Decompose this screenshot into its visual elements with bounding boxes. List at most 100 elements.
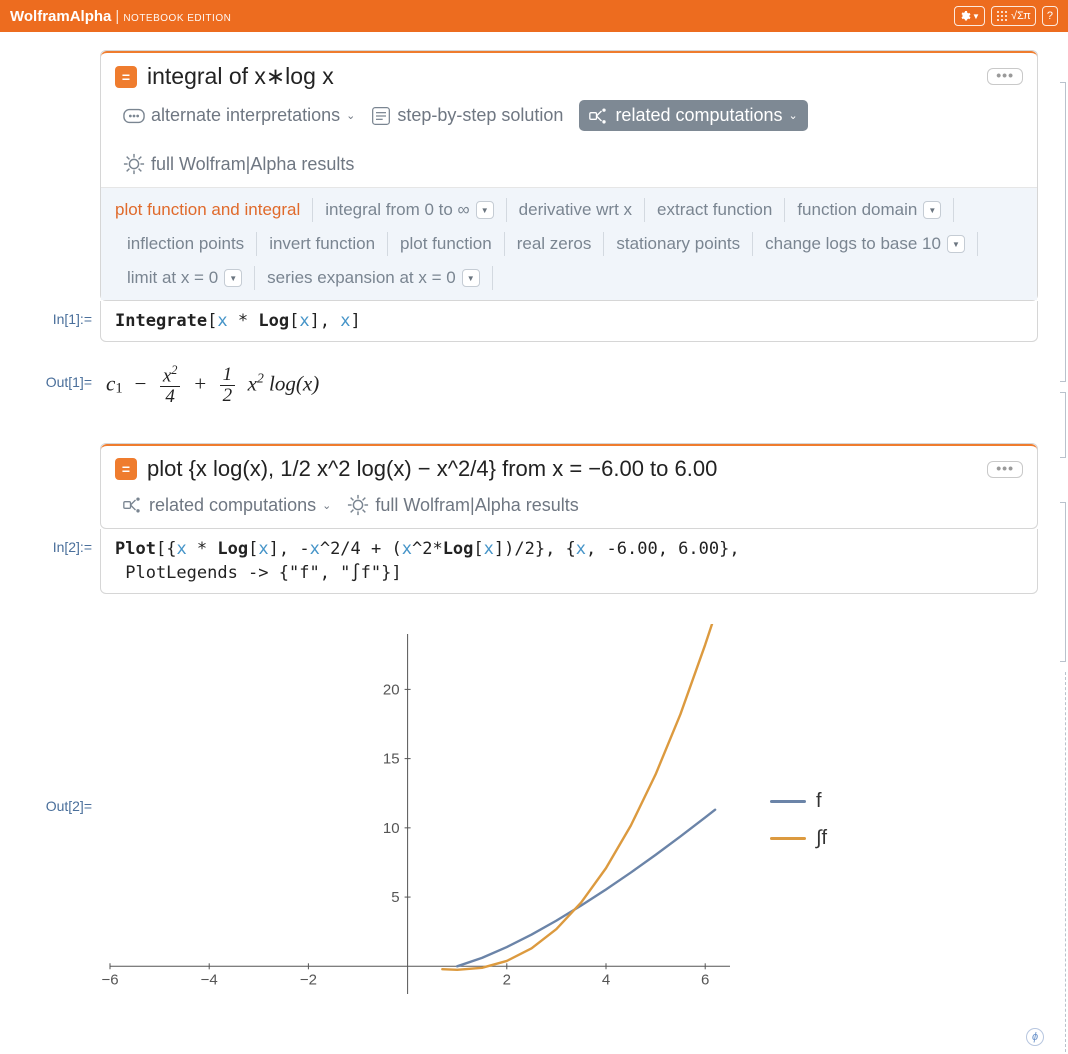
svg-text:4: 4 (602, 972, 610, 989)
plot-canvas: −6−4−22465101520 (100, 624, 740, 1016)
legend-f: f (770, 790, 827, 813)
suggestion-label: plot function (400, 234, 492, 254)
cell-bracket[interactable] (1060, 82, 1066, 382)
wa-query-input-2[interactable]: plot {x log(x), 1/2 x^2 log(x) − x^2/4} … (147, 456, 977, 482)
related-computations-button-2[interactable]: related computations ⌄ (123, 495, 331, 516)
code-input-2[interactable]: Plot[{x * Log[x], -x^2/4 + (x^2*Log[x])/… (100, 529, 1038, 594)
math-symbols-label: √Σπ (1011, 10, 1031, 22)
status-icon[interactable]: ϕ (1026, 1028, 1044, 1046)
chevron-down-icon: ▼ (972, 12, 980, 21)
full-results-button-2[interactable]: full Wolfram|Alpha results (347, 494, 578, 516)
legend-swatch-f (770, 800, 806, 803)
brand-sub: NOTEBOOK EDITION (123, 13, 231, 24)
related-label-2: related computations (149, 495, 316, 516)
suggestion-label: derivative wrt x (519, 200, 632, 220)
chevron-down-icon[interactable]: ▼ (947, 235, 965, 253)
suggestion-item[interactable]: integral from 0 to ∞ ▼ (313, 198, 506, 222)
related-label: related computations (615, 105, 782, 126)
in-label-1: In[1]:= (0, 301, 100, 327)
dots-bubble-icon (123, 108, 145, 124)
svg-text:5: 5 (391, 889, 399, 906)
legend-label-intf: ∫f (816, 827, 827, 850)
suggestion-item[interactable]: function domain ▼ (785, 198, 954, 222)
branch-icon (589, 107, 609, 125)
alternate-interpretations-button[interactable]: alternate interpretations ⌄ (123, 105, 355, 126)
cell-bracket[interactable] (1060, 672, 1066, 1052)
sun-gear-icon (123, 153, 145, 175)
plot-output: −6−4−22465101520 f ∫f (100, 618, 1068, 1016)
suggestion-label: series expansion at x = 0 (267, 268, 456, 288)
wa-more-button-1[interactable]: ••• (987, 68, 1023, 85)
suggestion-label: change logs to base 10 (765, 234, 941, 254)
out-label-2: Out[2]= (0, 618, 100, 814)
suggestion-item[interactable]: series expansion at x = 0 ▼ (255, 266, 493, 290)
list-steps-icon (371, 106, 391, 126)
suggestion-item[interactable]: extract function (645, 198, 785, 222)
suggestion-label: function domain (797, 200, 917, 220)
step-by-step-button[interactable]: step-by-step solution (371, 105, 563, 126)
svg-text:10: 10 (383, 820, 400, 837)
svg-text:20: 20 (383, 682, 400, 699)
output-1: c1 − x24 + 12 x2 log(x) (100, 342, 1068, 431)
wa-equal-icon[interactable]: = (115, 66, 137, 88)
suggestion-item[interactable]: real zeros (505, 232, 605, 256)
branch-icon (123, 496, 143, 514)
legend-intf: ∫f (770, 827, 827, 850)
wa-pod-2: = plot {x log(x), 1/2 x^2 log(x) − x^2/4… (100, 443, 1038, 529)
palette-button[interactable]: √Σπ (991, 6, 1036, 26)
svg-text:2: 2 (503, 972, 511, 989)
wa-equal-icon[interactable]: = (115, 458, 137, 480)
out-label-1: Out[1]= (0, 342, 100, 390)
suggestion-item[interactable]: invert function (257, 232, 388, 256)
help-button[interactable]: ? (1042, 6, 1058, 26)
suggestion-label: plot function and integral (115, 200, 300, 220)
plot-legend: f ∫f (770, 776, 827, 864)
alt-label: alternate interpretations (151, 105, 340, 126)
suggestion-label: inflection points (127, 234, 244, 254)
wa-pod-1: = integral of x∗log x ••• alternate inte… (100, 50, 1038, 301)
code-input-1[interactable]: Integrate[x * Log[x], x] (100, 301, 1038, 342)
brand-main: WolframAlpha (10, 8, 111, 25)
wa-more-button-2[interactable]: ••• (987, 461, 1023, 478)
suggestion-strip: plot function and integral integral from … (101, 187, 1037, 300)
svg-text:6: 6 (701, 972, 709, 989)
cell-bracket[interactable] (1060, 392, 1066, 458)
suggestion-item[interactable]: limit at x = 0 ▼ (115, 266, 255, 290)
suggestion-item[interactable]: change logs to base 10 ▼ (753, 232, 978, 256)
legend-label-f: f (816, 790, 822, 813)
suggestion-item[interactable]: inflection points (115, 232, 257, 256)
chevron-down-icon: ⌄ (789, 109, 798, 122)
brand: WolframAlpha | NOTEBOOK EDITION (10, 8, 231, 25)
full-results-button[interactable]: full Wolfram|Alpha results (123, 153, 354, 175)
step-label: step-by-step solution (397, 105, 563, 126)
cell-bracket[interactable] (1060, 502, 1066, 662)
chevron-down-icon[interactable]: ▼ (462, 269, 480, 287)
related-computations-button[interactable]: related computations ⌄ (579, 100, 807, 131)
suggestion-item[interactable]: plot function (388, 232, 505, 256)
suggestion-item[interactable]: stationary points (604, 232, 753, 256)
help-label: ? (1047, 10, 1053, 22)
suggestion-label: extract function (657, 200, 772, 220)
full-label: full Wolfram|Alpha results (151, 154, 354, 175)
sun-gear-icon (347, 494, 369, 516)
settings-button[interactable]: ▼ (954, 6, 985, 26)
in-label-2: In[2]:= (0, 529, 100, 555)
chevron-down-icon[interactable]: ▼ (224, 269, 242, 287)
suggestion-label: real zeros (517, 234, 592, 254)
suggestion-item[interactable]: derivative wrt x (507, 198, 645, 222)
chevron-down-icon[interactable]: ▼ (476, 201, 494, 219)
chevron-down-icon[interactable]: ▼ (923, 201, 941, 219)
app-topbar: WolframAlpha | NOTEBOOK EDITION ▼ √Σπ ? (0, 0, 1068, 32)
svg-text:−2: −2 (300, 972, 317, 989)
suggestion-label: integral from 0 to ∞ (325, 200, 469, 220)
wa-query-input-1[interactable]: integral of x∗log x (147, 63, 977, 90)
full-label-2: full Wolfram|Alpha results (375, 495, 578, 516)
chevron-down-icon: ⌄ (322, 499, 331, 512)
suggestion-label: stationary points (616, 234, 740, 254)
svg-text:15: 15 (383, 751, 400, 768)
chevron-down-icon: ⌄ (346, 109, 355, 122)
suggestion-item[interactable]: plot function and integral (115, 198, 313, 222)
suggestion-label: invert function (269, 234, 375, 254)
suggestion-label: limit at x = 0 (127, 268, 218, 288)
svg-text:−6: −6 (101, 972, 118, 989)
